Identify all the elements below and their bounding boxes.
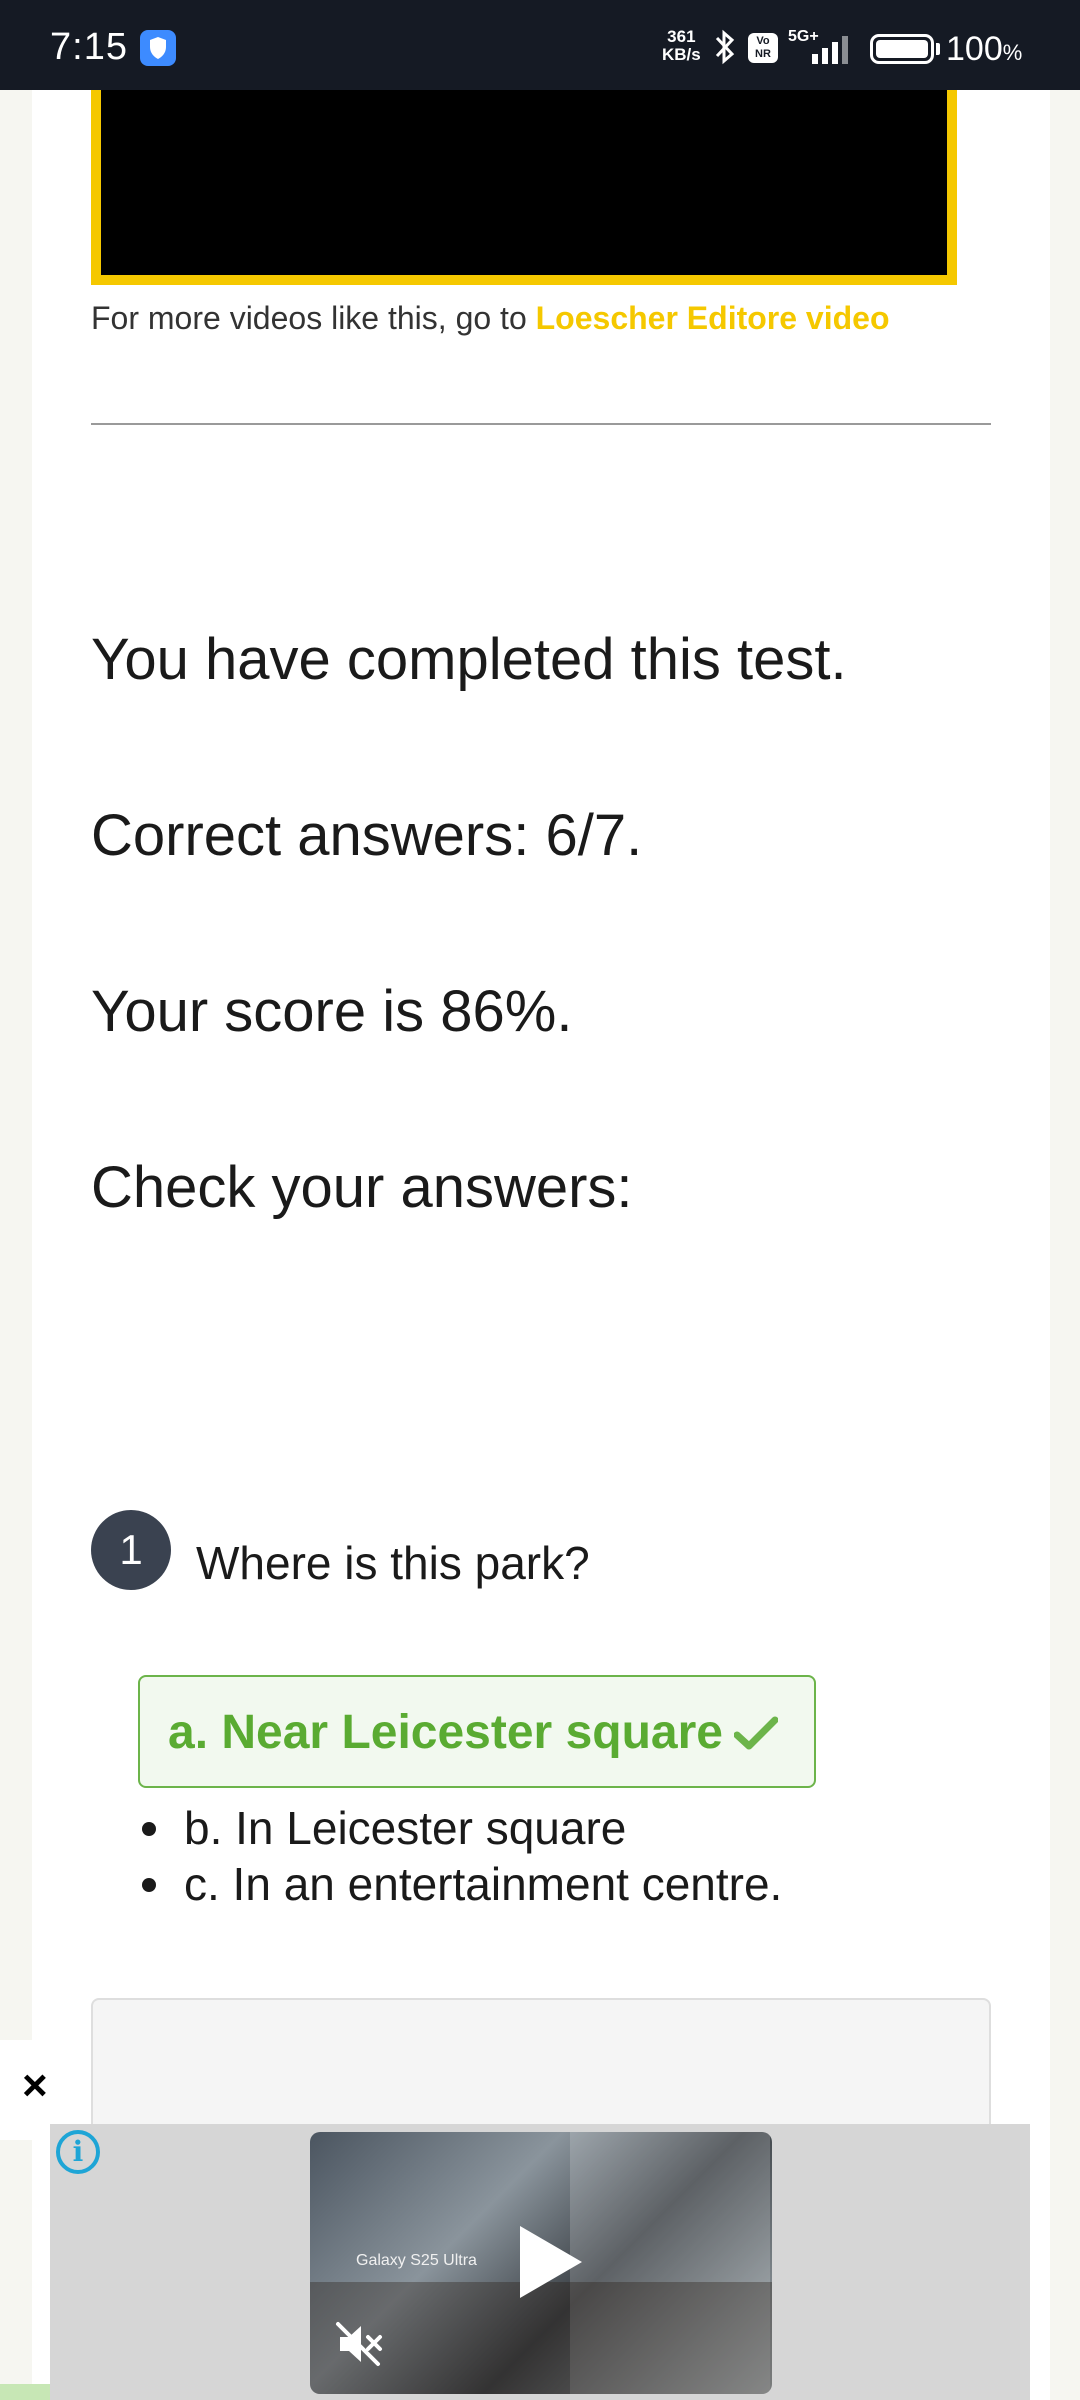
ad-banner[interactable]: i Galaxy S25 Ultra	[50, 2124, 1030, 2400]
answer-list: b. In Leicester square c. In an entertai…	[142, 1800, 782, 1912]
status-time: 7:15	[50, 26, 128, 68]
correct-answer-label: a. Near Leicester square	[168, 1706, 723, 1759]
video-credit-link[interactable]: Loescher Editore video	[536, 300, 890, 336]
check-answers-heading: Check your answers:	[91, 1155, 633, 1220]
play-icon[interactable]	[516, 2222, 586, 2307]
question-number-badge: 1	[91, 1510, 171, 1590]
ad-close-button[interactable]: ×	[22, 2064, 48, 2108]
network-speed-unit: KB/s	[662, 45, 701, 64]
bluetooth-icon	[712, 28, 738, 71]
video-player[interactable]	[91, 90, 957, 285]
network-speed: 361 KB/s	[662, 28, 701, 64]
list-item: c. In an entertainment centre.	[142, 1856, 782, 1912]
page-content: For more videos like this, go to Loesche…	[32, 90, 1050, 2400]
completed-message: You have completed this test.	[91, 627, 847, 692]
score-text: Your score is 86%.	[91, 979, 573, 1044]
ad-brand-text: Galaxy S25 Ultra	[356, 2252, 477, 2269]
answer-option-b: b. In Leicester square	[184, 1802, 627, 1854]
question-text: Where is this park?	[196, 1537, 590, 1589]
battery-unit: %	[1002, 40, 1023, 65]
battery-icon	[870, 34, 934, 64]
shield-icon	[140, 30, 176, 66]
battery-tip	[936, 43, 940, 55]
video-credit-text: For more videos like this, go to	[91, 300, 536, 336]
signal-icon	[812, 34, 856, 71]
correct-answers-count: Correct answers: 6/7.	[91, 803, 643, 868]
network-speed-value: 361	[667, 27, 696, 46]
bullet	[142, 1822, 156, 1836]
status-bar: 7:15 361 KB/s Vo NR 5G+ 100%	[0, 0, 1080, 90]
edge-strip	[0, 2384, 50, 2400]
info-icon[interactable]: i	[56, 2130, 100, 2174]
mute-icon[interactable]	[332, 2318, 384, 2375]
ad-video[interactable]: Galaxy S25 Ultra	[310, 2132, 772, 2394]
battery-percent: 100%	[946, 30, 1022, 69]
bullet	[142, 1878, 156, 1892]
battery-value: 100	[946, 30, 1003, 68]
video-credit: For more videos like this, go to Loesche…	[91, 300, 890, 337]
list-item: b. In Leicester square	[142, 1800, 782, 1856]
answer-option-c: c. In an entertainment centre.	[184, 1858, 783, 1910]
volte-icon: Vo NR	[748, 33, 778, 63]
divider	[91, 423, 991, 425]
checkmark-icon	[733, 1715, 779, 1756]
correct-answer-box: a. Near Leicester square	[138, 1675, 816, 1788]
